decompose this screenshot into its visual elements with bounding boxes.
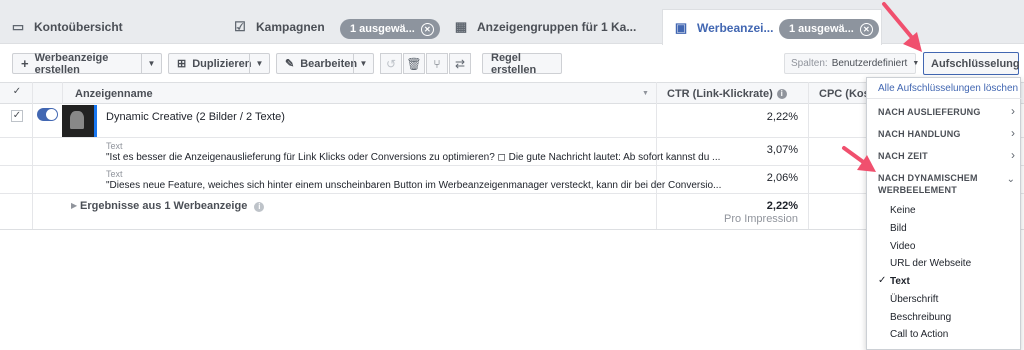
close-icon[interactable]: ✕ [859,22,873,36]
select-all-checkbox[interactable]: ✓ [11,87,23,99]
create-ad-label: Werbeanzeige erstellen [34,51,109,76]
breakdown-row-text: "Ist es besser die Anzeigenauslieferung … [106,152,721,163]
trash-icon[interactable]: 🗑 [403,53,425,74]
option-image[interactable]: Bild [890,223,907,234]
header-ctr[interactable]: CTR (Link-Klickrate) i [667,83,787,104]
row-checkbox[interactable]: ✓ [11,110,23,122]
divider [867,98,1022,99]
column-divider [62,82,63,104]
results-label-text: Ergebnisse aus 1 Werbeanzeige [80,200,248,212]
badge-label: 1 ausgewä... [789,23,854,35]
header-ad-name[interactable]: Anzeigenname [75,83,153,104]
option-video[interactable]: Video [890,241,915,252]
section-label: NACH DYNAMISCHEM [878,173,978,183]
campaigns-selection-badge[interactable]: 1 ausgewä... ✕ [340,19,440,39]
option-headline[interactable]: Überschrift [890,294,938,305]
section-label: NACH ZEIT [878,151,928,161]
close-icon[interactable]: ✕ [420,22,434,36]
edit-button[interactable]: ✎ Bearbeiten ▼ [276,53,374,74]
chevron-right-icon: › [1011,148,1015,162]
ad-thumbnail [62,105,97,137]
option-text[interactable]: Text [890,276,910,287]
info-icon: i [776,88,787,99]
account-overview-icon: ▭ [11,18,25,34]
undo-icon[interactable]: ↺ [380,53,402,74]
duplicate-label: Duplizieren [192,57,252,70]
breakdown-section-delivery[interactable]: NACH AUSLIEFERUNG › [867,101,1022,123]
chevron-right-icon: › [1011,126,1015,140]
section-label: NACH HANDLUNG [878,129,961,139]
info-icon: i [254,202,265,212]
create-rule-label: Regel erstellen [491,51,537,76]
sort-caret-icon[interactable]: ▼ [642,83,649,104]
breakdown-label: Aufschlüsselung [931,57,1020,70]
duplicate-button[interactable]: ⊞ Duplizieren ▼ [168,53,270,74]
tab-account-overview[interactable]: ▭ Kontoübersicht [0,9,218,44]
chevron-down-icon[interactable]: ▼ [249,54,269,73]
columns-label: Spalten: [791,58,828,69]
create-rule-button[interactable]: Regel erstellen [482,51,562,76]
results-label: Ergebnisse aus 1 Werbeanzeige i [80,200,265,212]
badge-label: 1 ausgewä... [350,23,415,35]
section-label: NACH AUSLIEFERUNG [878,107,981,117]
chevron-down-icon[interactable]: ▼ [141,54,161,73]
pencil-icon: ✎ [285,58,295,70]
breakdown-row-text: "Dieses neue Feature, weiches sich hinte… [106,180,722,191]
breakdown-dropdown: Alle Aufschlüsselungen löschen NACH AUSL… [866,77,1024,350]
ab-test-icon[interactable]: ⑂ [426,53,448,74]
tab-label: Anzeigengruppen für 1 Ka... [477,19,637,34]
breakdown-section-time[interactable]: NACH ZEIT › [867,145,1022,167]
expand-caret-icon[interactable]: ▶ [71,201,77,210]
ad-toggle[interactable] [37,108,58,121]
breakdown-section-dynamic[interactable]: NACH DYNAMISCHEM WERBEELEMENT ⌄ [867,168,1022,200]
option-website-url[interactable]: URL der Webseite [890,258,971,269]
campaign-check-icon: ☑ [234,18,246,34]
edit-label: Bearbeiten [300,57,358,70]
breakdown-section-action[interactable]: NACH HANDLUNG › [867,123,1022,145]
option-call-to-action[interactable]: Call to Action [890,329,948,340]
breakdown-ctr-value: 2,06% [766,172,798,184]
chevron-right-icon: › [1011,104,1015,118]
results-ctr-value: 2,22% [766,200,798,212]
results-ctr-sub: Pro Impression [724,213,798,225]
breakdown-row-label: Text [106,169,123,179]
ads-icon: ▣ [674,19,688,35]
chevron-down-icon[interactable]: ▼ [353,54,373,73]
chevron-down-icon: ▼ [912,60,920,67]
section-label: WERBEELEMENT [878,185,957,195]
adsets-grid-icon: ▦ [454,18,468,34]
chevron-down-icon: ⌄ [1006,174,1015,185]
create-ad-button[interactable]: + Werbeanzeige erstellen ▼ [12,51,162,76]
tab-label: Kontoübersicht [34,19,123,34]
breakdown-row-label: Text [106,141,123,151]
header-ctr-label: CTR (Link-Klickrate) [667,87,773,100]
breakdown-ctr-value: 3,07% [766,144,798,156]
tab-label: Kampagnen [256,19,325,34]
plus-icon: + [21,56,29,71]
tab-label: Werbeanzei... [697,20,774,35]
checkmark-icon: ✓ [878,275,887,286]
tab-adsets[interactable]: ▦ Anzeigengruppen für 1 Ka... [443,9,658,44]
export-icon[interactable]: ⇄ [449,53,471,74]
ads-selection-badge[interactable]: 1 ausgewä... ✕ [779,19,879,39]
breakdown-button[interactable]: Aufschlüsselung ▼ [923,52,1020,75]
option-none[interactable]: Keine [890,205,916,216]
option-description[interactable]: Beschreibung [890,312,951,323]
ad-name[interactable]: Dynamic Creative (2 Bilder / 2 Texte) [106,111,285,123]
ad-ctr-value: 2,22% [766,111,798,123]
columns-select[interactable]: Spalten: Benutzerdefiniert ▼ [784,53,920,74]
clear-breakdowns-link[interactable]: Alle Aufschlüsselungen löschen [878,83,1024,94]
duplicate-icon: ⊞ [177,58,187,70]
columns-value: Benutzerdefiniert [831,58,908,69]
